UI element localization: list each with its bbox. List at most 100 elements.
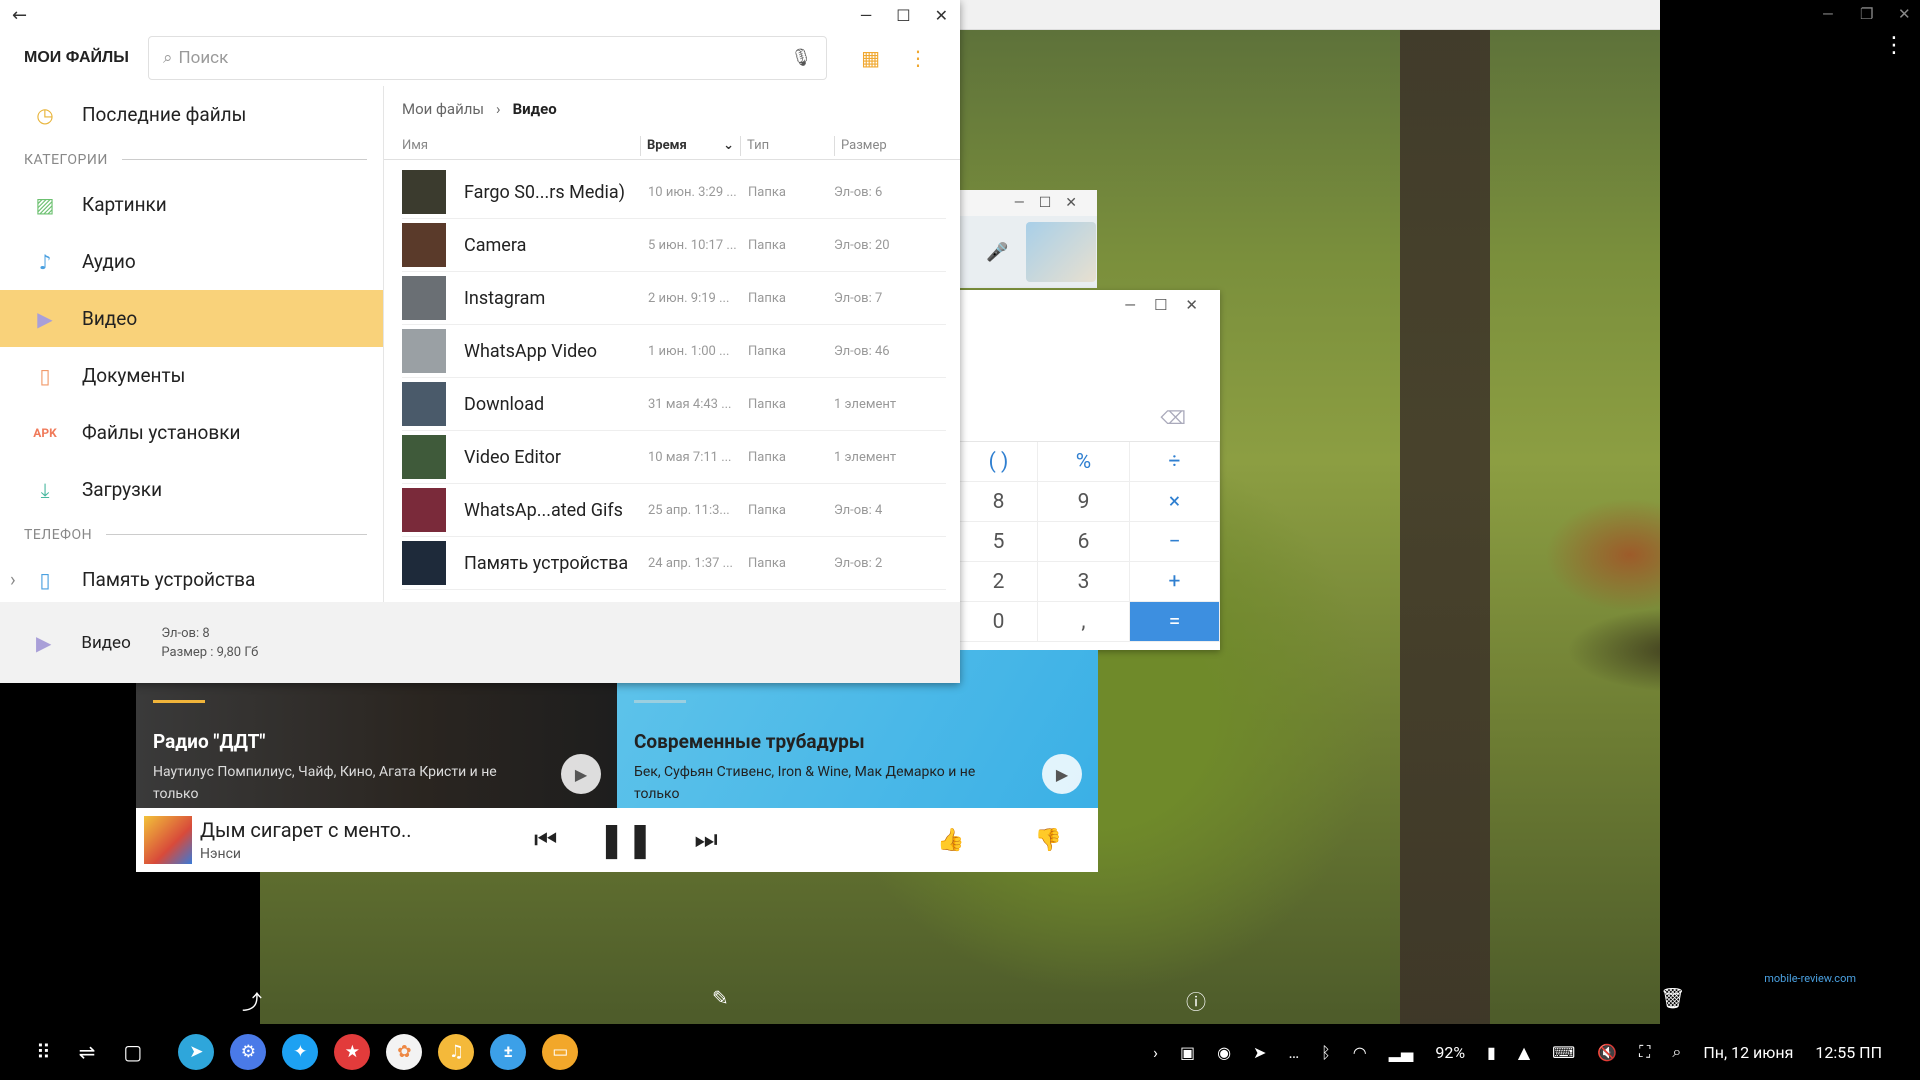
screenshot-icon[interactable]: ⛶ — [1639, 1042, 1650, 1062]
calculator-key[interactable]: − — [1130, 522, 1220, 562]
sidebar-item-video[interactable]: ▶ Видео — [0, 290, 383, 347]
table-row[interactable]: Download 31 мая 4:43 ... Папка 1 элемент — [402, 378, 946, 431]
search-input[interactable]: ⌕ Поиск 🎙 — [148, 36, 828, 80]
breadcrumb-root[interactable]: Мои файлы — [402, 100, 484, 118]
play-icon[interactable]: ▶ — [561, 754, 601, 794]
calculator-key[interactable]: 5 — [960, 522, 1038, 562]
keyboard-icon[interactable]: ⌨ — [1552, 1043, 1575, 1062]
column-type[interactable]: Тип — [740, 135, 834, 156]
app-drawer-icon[interactable]: ⠿ — [36, 1040, 51, 1064]
file-time: 10 июн. 3:29 ... — [648, 184, 737, 200]
calculator-key[interactable]: 3 — [1038, 562, 1130, 602]
calculator-icon[interactable]: ± — [490, 1034, 527, 1070]
close-icon[interactable]: ✕ — [1185, 296, 1198, 314]
more-options-icon[interactable]: ⋮ — [1883, 35, 1905, 57]
sidebar-item-label: Файлы установки — [82, 421, 241, 444]
table-row[interactable]: Fargo S0...rs Media) 10 июн. 3:29 ... Папк… — [402, 166, 946, 219]
maximize-icon[interactable]: ☐ — [1039, 195, 1052, 211]
bookmarks-icon[interactable]: ★ — [334, 1034, 371, 1070]
breadcrumb-current: Видео — [512, 100, 557, 118]
microphone-icon[interactable]: 🎤 — [986, 242, 1008, 263]
telegram-icon[interactable]: ➤ — [178, 1034, 215, 1070]
mute-icon[interactable]: 🔇 — [1597, 1043, 1617, 1062]
file-time: 5 июн. 10:17 ... — [648, 237, 737, 253]
table-row[interactable]: Instagram 2 июн. 9:19 ... Папка Эл-ов: 7 — [402, 272, 946, 325]
maximize-icon[interactable]: ☐ — [896, 6, 910, 25]
music-app-icon[interactable]: ♫ — [438, 1034, 475, 1070]
column-size[interactable]: Размер — [834, 135, 887, 156]
share-icon[interactable]: ⤴ — [242, 986, 262, 1015]
file-size: Эл-ов: 20 — [834, 237, 890, 253]
sidebar-item-recent[interactable]: ◷ Последние файлы — [0, 86, 383, 143]
info-icon[interactable]: ⓘ — [1186, 986, 1206, 1015]
search-icon[interactable]: ⌕ — [1672, 1042, 1681, 1062]
column-name[interactable]: Имя — [384, 136, 640, 156]
next-track-icon[interactable]: ⏭ — [694, 825, 717, 856]
photos-icon[interactable]: ✿ — [386, 1034, 423, 1070]
calculator-key[interactable]: 0 — [960, 602, 1038, 642]
settings-icon[interactable]: ⚙ — [230, 1034, 267, 1070]
grid-view-icon[interactable]: ▦ — [861, 46, 880, 70]
maximize-icon[interactable]: ☐ — [1154, 296, 1167, 314]
table-row[interactable]: WhatsAp...ated Gifs 25 апр. 11:3... Папка Э… — [402, 484, 946, 537]
close-icon[interactable]: ✕ — [1065, 195, 1077, 211]
calculator-key[interactable]: + — [1130, 562, 1220, 602]
compass-icon[interactable]: ◉ — [1217, 1043, 1231, 1062]
sidebar-item-images[interactable]: ▨ Картинки — [0, 176, 383, 233]
more-options-icon[interactable]: ⋮ — [908, 46, 928, 70]
file-type: Папка — [748, 343, 786, 359]
play-icon[interactable]: ▶ — [1042, 754, 1082, 794]
microphone-icon[interactable]: 🎙 — [791, 48, 813, 68]
sidebar-item-downloads[interactable]: ⤓ Загрузки — [0, 461, 383, 518]
table-row[interactable]: Video Editor 10 мая 7:11 ... Папка 1 элемен… — [402, 431, 946, 484]
dislike-icon[interactable]: 👎 — [1035, 828, 1062, 853]
chevron-right-icon[interactable]: › — [10, 568, 16, 591]
table-row[interactable]: Camera 5 июн. 10:17 ... Папка Эл-ов: 20 — [402, 219, 946, 272]
calculator-key[interactable]: 2 — [960, 562, 1038, 602]
recent-apps-icon[interactable]: ⇌ — [79, 1040, 96, 1064]
back-arrow-icon[interactable]: ← — [12, 5, 27, 26]
sidebar-item-installers[interactable]: APK Файлы установки — [0, 404, 383, 461]
sidebar-item-documents[interactable]: ▯ Документы — [0, 347, 383, 404]
minimize-icon[interactable]: — — [1124, 296, 1136, 314]
pause-icon[interactable]: ❚❚ — [597, 820, 654, 860]
calculator-key[interactable]: × — [1130, 482, 1220, 522]
watermark: mobile-review.com — [1764, 972, 1856, 985]
column-time[interactable]: Время ⌄ — [640, 135, 740, 156]
card-accent — [634, 700, 686, 703]
calculator-key[interactable]: % — [1038, 442, 1130, 482]
restore-icon[interactable]: ❐ — [1860, 5, 1873, 23]
calculator-key[interactable]: ÷ — [1130, 442, 1220, 482]
minimize-icon[interactable]: — — [1822, 5, 1834, 23]
gallery-notification-icon[interactable]: ▣ — [1180, 1043, 1195, 1062]
table-row[interactable]: WhatsApp Video 1 июн. 1:00 ... Папка Эл-ов:… — [402, 325, 946, 378]
calculator-key[interactable]: = — [1130, 602, 1220, 642]
close-icon[interactable]: ✕ — [1898, 5, 1911, 23]
telegram-notification-icon[interactable]: ➤ — [1253, 1043, 1266, 1062]
wifi-icon[interactable]: ◠ — [1353, 1043, 1367, 1062]
chevron-right-icon[interactable]: › — [1153, 1043, 1158, 1062]
edit-icon[interactable]: ✎ — [712, 986, 729, 1010]
bluetooth-icon[interactable]: ᛒ — [1321, 1043, 1331, 1062]
close-icon[interactable]: ✕ — [935, 6, 948, 25]
calculator-key[interactable]: 8 — [960, 482, 1038, 522]
minimize-icon[interactable]: — — [860, 6, 873, 25]
card-description: Наутилус Помпилиус, Чайф, Кино, Агата Кр… — [153, 764, 497, 802]
home-icon[interactable]: ▢ — [123, 1040, 142, 1064]
chevron-up-icon[interactable]: ▲ — [1518, 1043, 1530, 1062]
files-app-icon[interactable]: ▭ — [542, 1034, 579, 1070]
calculator-key[interactable]: 9 — [1038, 482, 1130, 522]
more-notifications-icon[interactable]: … — [1288, 1043, 1299, 1062]
backspace-icon[interactable]: ⌫ — [1161, 408, 1186, 429]
table-row[interactable]: Память устройства 24 апр. 1:37 ... Папка Эл… — [402, 537, 946, 590]
sidebar-item-audio[interactable]: ♪ Аудио — [0, 233, 383, 290]
like-icon[interactable]: 👍 — [937, 828, 964, 853]
calculator-key[interactable]: , — [1038, 602, 1130, 642]
calculator-key[interactable]: ( ) — [960, 442, 1038, 482]
sidebar-item-device-storage[interactable]: › ▯ Память устройства — [0, 551, 383, 608]
delete-icon[interactable]: 🗑 — [1660, 986, 1685, 1010]
previous-track-icon[interactable]: ⏮ — [534, 825, 557, 856]
twitter-icon[interactable]: ✦ — [282, 1034, 319, 1070]
minimize-icon[interactable]: — — [1014, 195, 1025, 211]
calculator-key[interactable]: 6 — [1038, 522, 1130, 562]
